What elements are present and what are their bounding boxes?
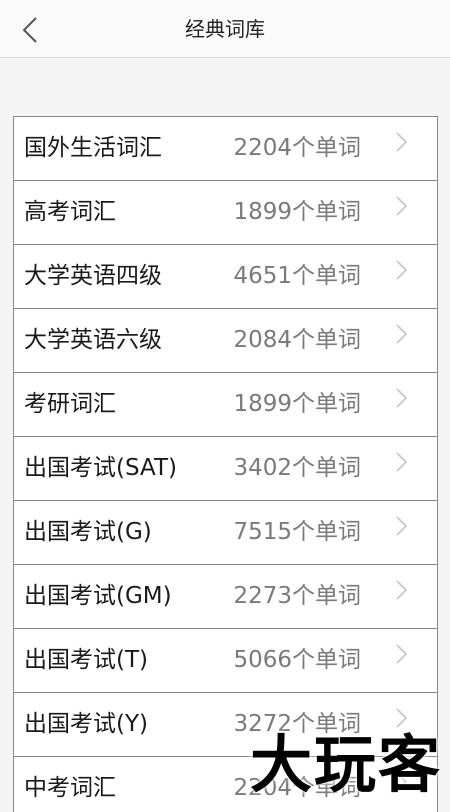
page-title: 经典词库 — [185, 17, 265, 41]
wordbank-row[interactable]: 出国考试(SAT) 3402个单词 — [14, 437, 437, 501]
wordbank-name: 出国考试(GM) — [24, 583, 172, 609]
chevron-right-icon — [396, 388, 408, 408]
wordbank-row[interactable]: 出国考试(T) 5066个单词 — [14, 629, 437, 693]
wordbank-row[interactable]: 出国考试(G) 7515个单词 — [14, 501, 437, 565]
wordbank-word-count: 4651个单词 — [233, 263, 361, 289]
chevron-right-icon — [396, 132, 408, 152]
wordbank-name: 大学英语六级 — [24, 327, 162, 353]
wordbank-name: 考研词汇 — [24, 391, 116, 417]
wordbank-word-count: 1899个单词 — [233, 199, 361, 225]
wordbank-row[interactable]: 高考词汇 1899个单词 — [14, 181, 437, 245]
wordbank-row[interactable]: 大学英语六级 2084个单词 — [14, 309, 437, 373]
wordbank-row[interactable]: 出国考试(GM) 2273个单词 — [14, 565, 437, 629]
wordbank-name: 出国考试(G) — [24, 519, 152, 545]
wordbank-word-count: 1899个单词 — [233, 391, 361, 417]
wordbank-list: 国外生活词汇 2204个单词 高考词汇 1899个单词 大学英语四级 4651个单词 大学英… — [13, 116, 438, 812]
chevron-right-icon — [396, 196, 408, 216]
chevron-right-icon — [396, 644, 408, 664]
chevron-right-icon — [396, 516, 408, 536]
wordbank-name: 高考词汇 — [24, 199, 116, 225]
wordbank-row[interactable]: 国外生活词汇 2204个单词 — [14, 117, 437, 181]
wordbank-name: 出国考试(Y) — [24, 711, 148, 737]
chevron-right-icon — [396, 324, 408, 344]
wordbank-row[interactable]: 大学英语四级 4651个单词 — [14, 245, 437, 309]
chevron-right-icon — [396, 452, 408, 472]
nav-bar: 经典词库 — [0, 0, 450, 58]
wordbank-word-count: 2204个单词 — [233, 135, 361, 161]
wordbank-word-count: 2084个单词 — [233, 327, 361, 353]
chevron-right-icon — [396, 580, 408, 600]
wordbank-name: 出国考试(T) — [24, 647, 148, 673]
wordbank-name: 中考词汇 — [24, 775, 116, 801]
wordbank-word-count: 3402个单词 — [233, 455, 361, 481]
chevron-right-icon — [396, 260, 408, 280]
wordbank-name: 出国考试(SAT) — [24, 455, 177, 481]
wordbank-name: 国外生活词汇 — [24, 135, 162, 161]
wordbank-word-count: 7515个单词 — [233, 519, 361, 545]
wordbank-name: 大学英语四级 — [24, 263, 162, 289]
watermark-logo: 大玩客 — [249, 728, 442, 801]
wordbank-word-count: 5066个单词 — [233, 647, 361, 673]
wordbank-row[interactable]: 考研词汇 1899个单词 — [14, 373, 437, 437]
wordbank-word-count: 2273个单词 — [233, 583, 361, 609]
